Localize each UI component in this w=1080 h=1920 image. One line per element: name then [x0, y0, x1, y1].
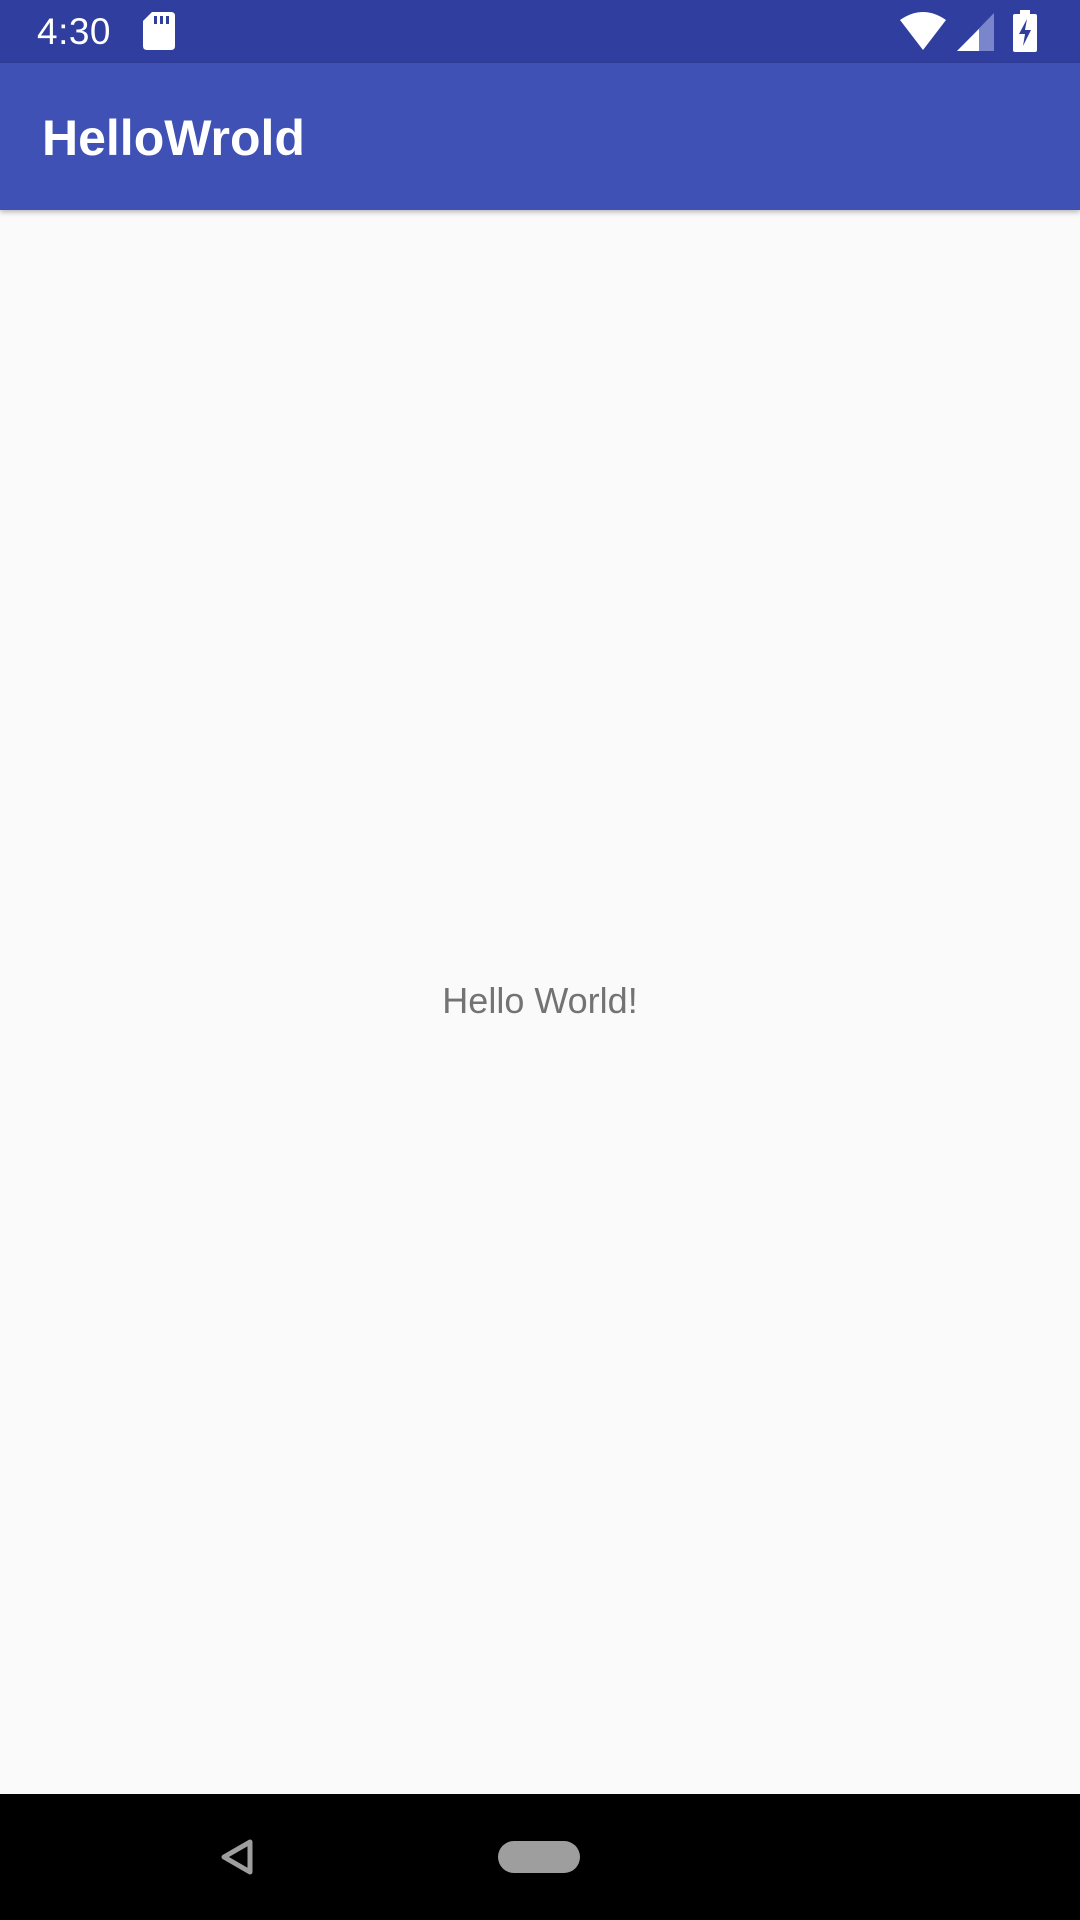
sd-card-icon	[143, 12, 175, 50]
cellular-signal-icon	[957, 13, 994, 51]
status-time: 4:30	[37, 11, 112, 52]
main-content: Hello World!	[0, 210, 1080, 1794]
status-bar: 4:30	[0, 0, 1080, 63]
home-icon[interactable]	[498, 1841, 580, 1873]
app-title: HelloWrold	[42, 110, 305, 166]
wifi-icon	[900, 12, 946, 50]
back-icon[interactable]	[216, 1834, 262, 1880]
navigation-bar	[0, 1794, 1080, 1920]
battery-charging-icon	[1013, 10, 1037, 52]
hello-world-text: Hello World!	[442, 980, 638, 1021]
app-bar: HelloWrold	[0, 63, 1080, 210]
